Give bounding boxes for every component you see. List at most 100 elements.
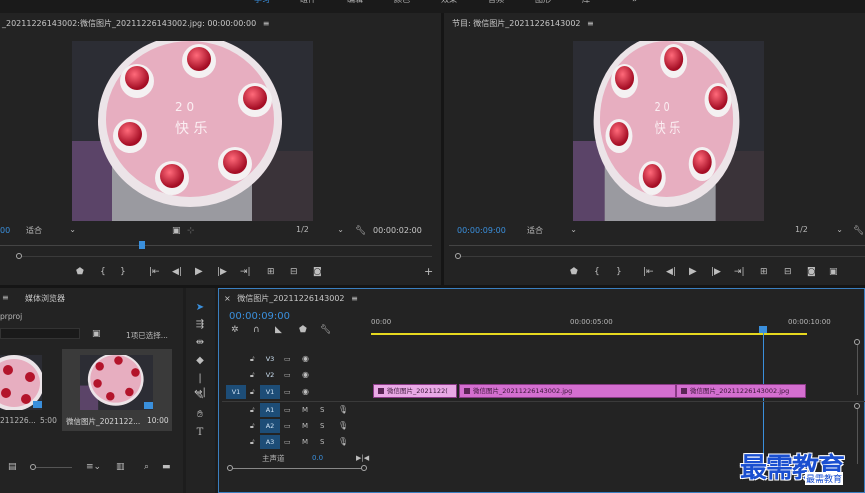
- step-back-icon[interactable]: ◀|: [666, 267, 676, 277]
- camera-icon[interactable]: ◙: [313, 267, 322, 277]
- razor-tool-icon[interactable]: ◆: [193, 354, 207, 368]
- track-label[interactable]: V1: [260, 385, 280, 399]
- more-workspaces-icon[interactable]: »: [632, 0, 638, 5]
- track-select-tool-icon[interactable]: ⇶: [193, 318, 207, 332]
- timeline-settings-icon[interactable]: 🔧︎: [320, 325, 331, 335]
- work-area-bar[interactable]: [371, 333, 807, 335]
- sync-lock-icon[interactable]: ▭: [284, 421, 291, 431]
- snap-icon[interactable]: ∩: [253, 325, 260, 335]
- play-icon[interactable]: ▶: [195, 267, 203, 277]
- program-timecode[interactable]: 00:00:09:00: [457, 226, 506, 235]
- sync-lock-icon[interactable]: ▭: [284, 405, 291, 415]
- microphone-icon[interactable]: 🎙︎: [338, 421, 348, 431]
- play-icon[interactable]: ▶: [689, 267, 697, 277]
- workspace-tab[interactable]: 编辑: [347, 0, 363, 5]
- overwrite-clip-icon[interactable]: ⊟: [290, 267, 298, 277]
- folder-icon[interactable]: ▬: [162, 462, 171, 472]
- workspace-tab[interactable]: 颜色: [394, 0, 410, 5]
- mute-button[interactable]: M: [302, 405, 308, 415]
- menu-icon[interactable]: ≡: [263, 19, 270, 28]
- hand-tool-icon[interactable]: ✋︎: [193, 408, 207, 422]
- step-forward-icon[interactable]: |▶: [217, 267, 227, 277]
- timeline-vscroll[interactable]: [857, 345, 858, 395]
- add-marker-icon[interactable]: ⬟: [299, 325, 307, 335]
- lock-icon[interactable]: 🔓︎: [250, 354, 255, 364]
- program-zoom-bar[interactable]: [461, 256, 865, 257]
- timeline-hscroll-handle[interactable]: [361, 465, 367, 471]
- solo-button[interactable]: S: [320, 421, 324, 431]
- marker-icon[interactable]: ⬟: [76, 267, 84, 277]
- source-resolution-select[interactable]: 1/2 ⌄: [296, 225, 346, 236]
- lock-icon[interactable]: 🔓︎: [250, 405, 255, 415]
- step-forward-icon[interactable]: |▶: [711, 267, 721, 277]
- go-to-out-icon[interactable]: ⇥|: [240, 267, 251, 277]
- program-fit-select[interactable]: 适合 ⌄: [527, 225, 579, 236]
- lock-icon[interactable]: 🔓︎: [250, 421, 255, 431]
- lock-icon[interactable]: 🔓︎: [250, 370, 255, 380]
- solo-button[interactable]: S: [320, 405, 324, 415]
- project-search-input[interactable]: [0, 328, 80, 339]
- track-label[interactable]: A1: [260, 403, 280, 417]
- workspace-tab[interactable]: 音频: [488, 0, 504, 5]
- automate-icon[interactable]: ▥: [116, 462, 125, 472]
- wrench-icon[interactable]: 🔧︎: [853, 226, 864, 236]
- tab-media-browser[interactable]: 媒体浏览器: [25, 293, 65, 304]
- microphone-icon[interactable]: 🎙︎: [338, 437, 348, 447]
- wrench-icon[interactable]: 🔧︎: [355, 226, 366, 236]
- go-to-in-icon[interactable]: |⇤: [643, 267, 654, 277]
- type-tool-icon[interactable]: T: [193, 426, 207, 440]
- pen-tool-icon[interactable]: ✎: [193, 390, 207, 404]
- lock-icon[interactable]: 🔓︎: [250, 437, 255, 447]
- project-tab-menu[interactable]: ≡: [2, 293, 9, 302]
- menu-icon[interactable]: ≡: [587, 19, 594, 28]
- sync-lock-icon[interactable]: ▭: [284, 387, 291, 397]
- track-label[interactable]: V3: [260, 352, 280, 366]
- list-view-icon[interactable]: ▤: [8, 462, 17, 472]
- mute-button[interactable]: M: [302, 421, 308, 431]
- timeline-clip[interactable]: 微信图片_20211226143002.jpg: [459, 384, 676, 398]
- track-label[interactable]: V2: [260, 368, 280, 382]
- mark-out-icon[interactable]: }: [120, 267, 126, 277]
- timeline-tab[interactable]: × 微信图片_20211226143002 ≡: [224, 293, 358, 304]
- ripple-edit-tool-icon[interactable]: ⇹: [193, 336, 207, 350]
- go-to-out-icon[interactable]: ⇥|: [734, 267, 745, 277]
- sort-icon[interactable]: ≡⌄: [86, 462, 101, 472]
- playhead-handle[interactable]: [759, 326, 767, 333]
- go-to-end-icon[interactable]: ▶|◀: [356, 453, 369, 463]
- master-value[interactable]: 0.0: [312, 454, 323, 462]
- mark-out-icon[interactable]: }: [616, 267, 622, 277]
- source-scrub-bar[interactable]: [0, 245, 432, 246]
- timeline-ruler[interactable]: 00:00 00:00:05:00 00:00:10:00: [371, 313, 865, 337]
- program-resolution-select[interactable]: 1/2 ⌄: [795, 225, 845, 236]
- source-zoom-bar[interactable]: [22, 256, 432, 257]
- source-patch-v1[interactable]: V1: [226, 385, 246, 399]
- zoom-slider[interactable]: [36, 467, 72, 468]
- lock-icon[interactable]: 🔓︎: [250, 387, 255, 397]
- source-fit-select[interactable]: 适合 ⌄: [26, 225, 78, 236]
- track-label[interactable]: A2: [260, 419, 280, 433]
- settings-icon[interactable]: ▣: [172, 226, 181, 236]
- workspace-tab[interactable]: 效果: [441, 0, 457, 5]
- workspace-tab[interactable]: 图形: [535, 0, 551, 5]
- track-label[interactable]: A3: [260, 435, 280, 449]
- eye-icon[interactable]: ◉: [302, 370, 309, 380]
- sync-lock-icon[interactable]: ▭: [284, 437, 291, 447]
- selection-tool-icon[interactable]: ➤: [193, 301, 207, 315]
- microphone-icon[interactable]: 🎙︎: [338, 405, 348, 415]
- extract-icon[interactable]: ⊟: [784, 267, 792, 277]
- mute-button[interactable]: M: [302, 437, 308, 447]
- timeline-clip[interactable]: 微信图片_20211226143002.jpg: [676, 384, 806, 398]
- timeline-hscroll[interactable]: [233, 468, 361, 469]
- slip-tool-icon[interactable]: |↔|: [193, 372, 207, 398]
- go-to-in-icon[interactable]: |⇤: [149, 267, 160, 277]
- camera-icon[interactable]: ◙: [807, 267, 816, 277]
- compare-icon[interactable]: ▣: [829, 267, 838, 277]
- lift-icon[interactable]: ⊞: [760, 267, 768, 277]
- solo-button[interactable]: S: [320, 437, 324, 447]
- workspace-tab[interactable]: 库: [582, 0, 590, 5]
- program-scrub-bar[interactable]: [449, 245, 865, 246]
- mark-in-icon[interactable]: {: [100, 267, 106, 277]
- timeline-clip[interactable]: 微信图片_2021122(: [373, 384, 457, 398]
- insert-clip-icon[interactable]: ⊞: [267, 267, 275, 277]
- marker-icon[interactable]: ⬟: [570, 267, 578, 277]
